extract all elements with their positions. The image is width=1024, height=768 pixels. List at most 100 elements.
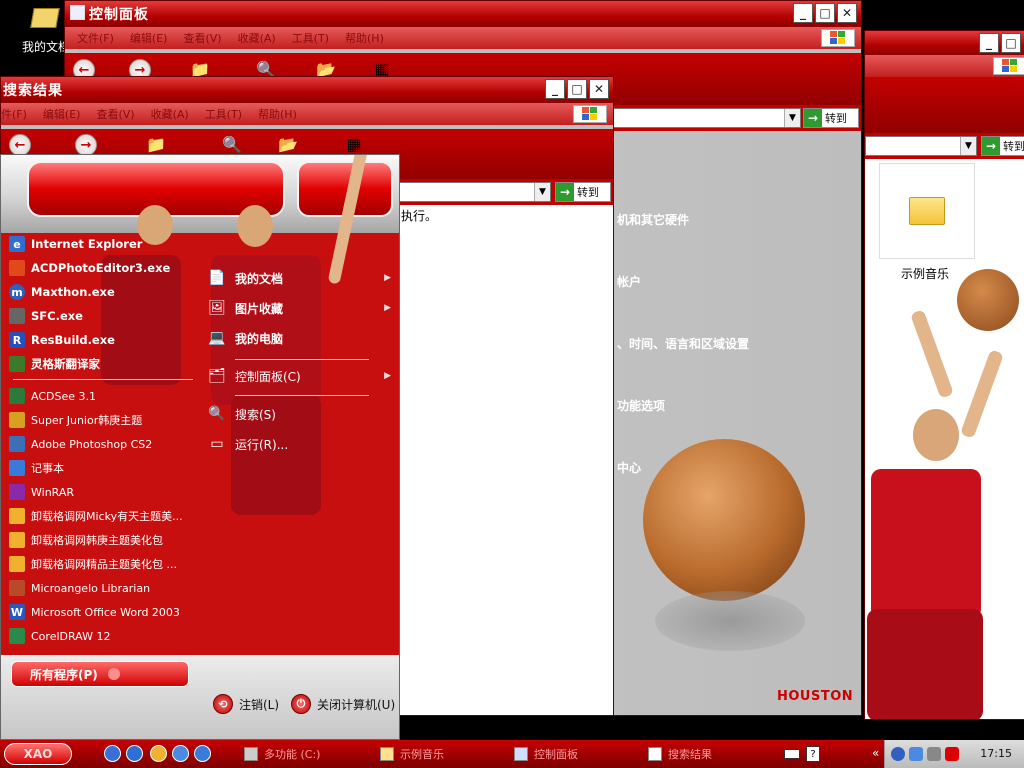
go-button[interactable]: → 转到: [555, 182, 611, 202]
menu-tools[interactable]: 工具(T): [205, 106, 242, 122]
folder-sample-music[interactable]: 示例音乐: [879, 163, 975, 281]
menu-tools[interactable]: 工具(T): [292, 30, 329, 46]
maximize-button[interactable]: □: [1001, 33, 1021, 53]
search-results-titlebar[interactable]: 搜索结果 _ □ ✕: [1, 77, 613, 103]
network-tray-icon[interactable]: [909, 747, 923, 761]
start-item-maxthon[interactable]: m Maxthon.exe: [9, 281, 115, 303]
start-button[interactable]: XAO: [4, 743, 72, 765]
forward-button[interactable]: →: [75, 134, 97, 156]
menu-view[interactable]: 查看(V): [183, 30, 221, 46]
notepad-icon: [9, 460, 25, 476]
minimize-button[interactable]: _: [979, 33, 999, 53]
chevron-down-icon[interactable]: ▼: [534, 183, 550, 201]
start-place-my-documents[interactable]: 📄 我的文档 ▶: [207, 265, 391, 291]
menu-favorites[interactable]: 收藏(A): [238, 30, 276, 46]
start-item-uninstall-micky[interactable]: 卸载格调网Micky有天主题美...: [9, 505, 183, 527]
desktop-icon-my-documents[interactable]: 我的文档: [14, 6, 70, 56]
tray-expand-icon[interactable]: «: [872, 746, 879, 760]
category-link[interactable]: 中心: [617, 459, 641, 476]
folders-icon[interactable]: 📂: [277, 134, 299, 154]
minimize-button[interactable]: _: [793, 3, 813, 23]
maximize-button[interactable]: □: [815, 3, 835, 23]
up-folder-icon[interactable]: 📁: [145, 134, 167, 154]
all-programs-button[interactable]: 所有程序(P): [11, 661, 189, 687]
taskbar-item-search-results[interactable]: 搜索结果: [648, 743, 712, 765]
start-item-word[interactable]: W Microsoft Office Word 2003: [9, 601, 180, 623]
chevron-right-icon: ▶: [384, 273, 391, 283]
desktop: 我的文档 _ □ ▼ → 转到 示例音乐 控制面板 _ □ ✕ 文件(F) 编辑…: [0, 0, 1024, 768]
start-item-lingoes[interactable]: 灵格斯翻译家: [9, 353, 100, 375]
minimize-button[interactable]: _: [545, 79, 565, 99]
start-place-my-pictures[interactable]: 🖼 图片收藏 ▶: [207, 295, 391, 321]
taskbar-item-sample-music[interactable]: 示例音乐: [380, 743, 444, 765]
address-input[interactable]: ▼: [613, 108, 801, 128]
help-icon[interactable]: ?: [806, 746, 820, 762]
desktop-icon[interactable]: [172, 745, 189, 762]
music-address-input[interactable]: ▼: [865, 136, 977, 156]
start-item-photoshop[interactable]: Adobe Photoshop CS2: [9, 433, 152, 455]
sfc-icon: [9, 308, 25, 324]
ie-icon[interactable]: [126, 745, 143, 762]
start-item-winrar[interactable]: WinRAR: [9, 481, 74, 503]
start-item-resbuild[interactable]: R ResBuild.exe: [9, 329, 115, 351]
category-link[interactable]: 帐户: [617, 273, 641, 290]
clock[interactable]: 17:15: [980, 747, 1012, 760]
close-button[interactable]: ✕: [837, 3, 857, 23]
back-button[interactable]: ←: [9, 134, 31, 156]
start-item-sfc[interactable]: SFC.exe: [9, 305, 83, 327]
run-icon: ▭: [210, 436, 224, 452]
keyboard-icon[interactable]: [784, 749, 800, 759]
start-item-microangelo[interactable]: Microangelo Librarian: [9, 577, 150, 599]
menu-edit[interactable]: 编辑(E): [130, 30, 168, 46]
start-place-search[interactable]: 🔍 搜索(S): [207, 401, 391, 427]
chevron-down-icon[interactable]: ▼: [784, 109, 800, 127]
outlook-icon[interactable]: [194, 745, 211, 762]
start-item-acdsee[interactable]: ACDSee 3.1: [9, 385, 96, 407]
control-panel-titlebar[interactable]: 控制面板 _ □ ✕: [65, 1, 861, 27]
start-menu-divider: [235, 395, 369, 396]
maxthon-tray-icon[interactable]: [891, 747, 905, 761]
start-item-coreldraw[interactable]: CorelDRAW 12: [9, 625, 110, 647]
category-link[interactable]: 、时间、语言和区域设置: [617, 335, 749, 352]
start-item-acd-photo-editor[interactable]: ACDPhotoEditor3.exe: [9, 257, 170, 279]
search-icon[interactable]: 🔍: [221, 134, 243, 154]
start-place-my-computer[interactable]: 💻 我的电脑: [207, 325, 391, 351]
category-link[interactable]: 功能选项: [617, 397, 665, 414]
kaspersky-tray-icon[interactable]: [945, 747, 959, 761]
system-tray: 17:15: [884, 740, 1024, 768]
go-button[interactable]: → 转到: [803, 108, 859, 128]
music-window-titlebar[interactable]: _ □: [865, 31, 1024, 55]
menu-bar: 件(F) 编辑(E) 查看(V) 收藏(A) 工具(T) 帮助(H): [1, 103, 613, 125]
chevron-down-icon[interactable]: ▼: [960, 137, 976, 155]
menu-view[interactable]: 查看(V): [96, 106, 134, 122]
close-button[interactable]: ✕: [589, 79, 609, 99]
control-panel-icon: 🗂: [208, 368, 226, 384]
menu-help[interactable]: 帮助(H): [258, 106, 297, 122]
start-place-run[interactable]: ▭ 运行(R)...: [207, 431, 391, 457]
volume-tray-icon[interactable]: [927, 747, 941, 761]
go-button[interactable]: → 转到: [981, 136, 1024, 156]
views-icon[interactable]: ▦: [343, 134, 365, 154]
start-item-uninstall-hangeng[interactable]: 卸载格调网韩庚主题美化包: [9, 529, 163, 551]
start-place-control-panel[interactable]: 🗂 控制面板(C) ▶: [207, 363, 391, 389]
category-link[interactable]: 机和其它硬件: [617, 211, 689, 228]
messenger-icon[interactable]: [150, 745, 167, 762]
brand-text: HOUSTON: [777, 689, 854, 704]
menu-file[interactable]: 文件(F): [77, 30, 114, 46]
start-item-uninstall-premium[interactable]: 卸载格调网精品主题美化包 ...: [9, 553, 177, 575]
menu-edit[interactable]: 编辑(E): [43, 106, 81, 122]
taskbar-item-drive-c[interactable]: 多功能 (C:): [244, 743, 320, 765]
word-icon: W: [9, 604, 25, 620]
menu-file[interactable]: 件(F): [1, 106, 27, 122]
start-item-internet-explorer[interactable]: e Internet Explorer: [9, 233, 142, 255]
menu-help[interactable]: 帮助(H): [345, 30, 384, 46]
media-player-icon[interactable]: [104, 745, 121, 762]
maximize-button[interactable]: □: [567, 79, 587, 99]
shutdown-button[interactable]: ⏻ 关闭计算机(U): [291, 693, 395, 715]
start-item-notepad[interactable]: 记事本: [9, 457, 64, 479]
taskbar-item-control-panel[interactable]: 控制面板: [514, 743, 578, 765]
address-input[interactable]: ▼: [399, 182, 551, 202]
logoff-button[interactable]: ⟲ 注销(L): [213, 693, 279, 715]
start-item-super-junior[interactable]: Super Junior韩庚主题: [9, 409, 142, 431]
menu-favorites[interactable]: 收藏(A): [151, 106, 189, 122]
